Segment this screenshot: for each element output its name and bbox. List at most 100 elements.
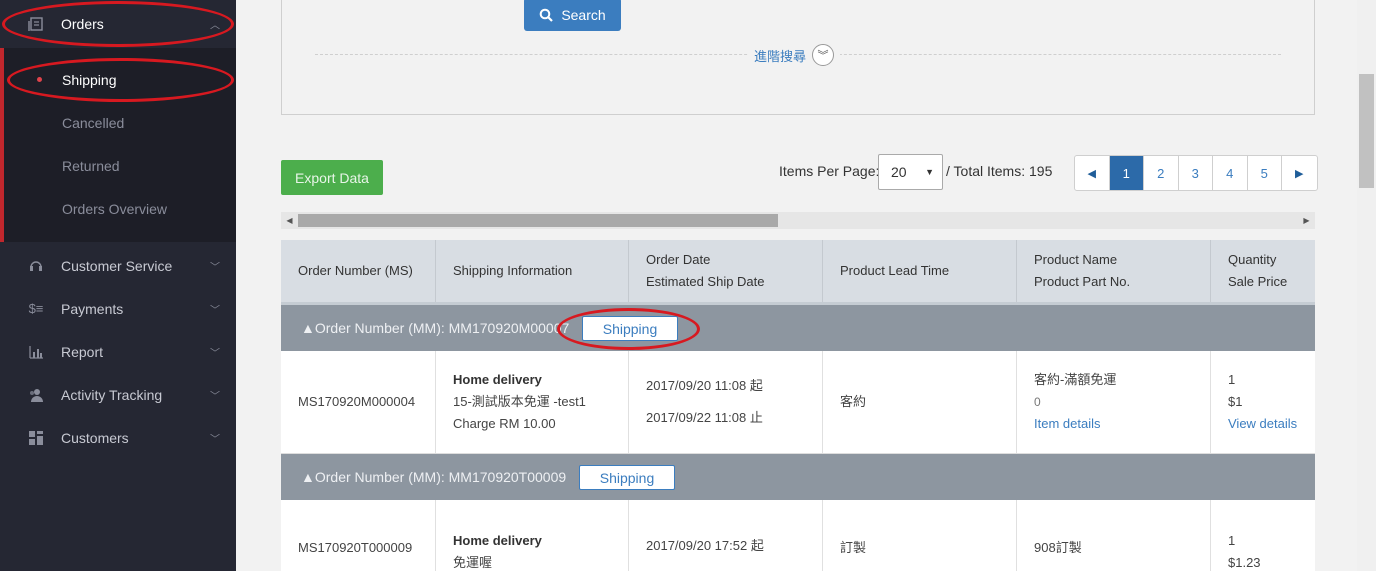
scroll-right-icon[interactable]: ▶ <box>1298 212 1315 229</box>
search-icon <box>540 8 554 22</box>
grid-icon <box>27 429 45 447</box>
header-sublabel: Product Part No. <box>1034 274 1131 289</box>
header-label: Quantity <box>1228 252 1277 267</box>
order-group-label: ▲Order Number (MM): MM170920T00009 <box>301 469 567 485</box>
sidebar-subitem-orders-overview[interactable]: Orders Overview <box>62 201 167 217</box>
view-details-link[interactable]: View details <box>1228 413 1315 435</box>
chevron-down-icon: ﹀ <box>210 262 220 273</box>
chevron-down-icon: ﹀ <box>210 348 220 359</box>
order-number-cell: MS170920T000009 <box>281 500 436 571</box>
bar-chart-icon <box>27 343 45 361</box>
header-sublabel: Estimated Ship Date <box>646 274 765 289</box>
sidebar: Orders ︿ Shipping Cancelled Returned Ord… <box>0 0 236 571</box>
page-button[interactable]: 4 <box>1213 156 1248 190</box>
shipping-info-cell: Home delivery 免運喔 <box>436 500 629 571</box>
table-row: MS170920M000004 Home delivery 15-測試版本免運 … <box>281 351 1315 454</box>
order-date-cell: 2017/09/20 17:52 起 <box>629 500 823 571</box>
header-label: Shipping Information <box>453 263 573 278</box>
quantity: 1 <box>1228 372 1236 387</box>
product-part-no: 0 <box>1034 395 1041 409</box>
users-icon <box>27 386 45 404</box>
ship-charge: Charge RM 10.00 <box>453 416 556 431</box>
main-content: Search 進階搜尋 ︾ Export Data Items Per Page… <box>236 0 1376 571</box>
chevron-down-icon: ﹀ <box>210 434 220 445</box>
quantity: 1 <box>1228 533 1236 548</box>
column-header: Product Name Product Part No. <box>1017 240 1211 302</box>
total-items-label: / Total Items: 195 <box>946 163 1053 179</box>
prev-page-button[interactable]: ◀ <box>1075 156 1110 190</box>
double-chevron-down-icon: ︾ <box>812 44 835 66</box>
page-button[interactable]: 3 <box>1179 156 1213 190</box>
scroll-left-icon[interactable]: ◀ <box>281 212 298 229</box>
lead-time: 訂製 <box>840 540 867 555</box>
header-label: Order Date <box>646 252 711 267</box>
sidebar-item-label: Payments <box>61 300 124 317</box>
page-button[interactable]: 5 <box>1248 156 1282 190</box>
column-header: Product Lead Time <box>823 240 1017 302</box>
sidebar-item-activity-tracking[interactable]: Activity Tracking ﹀ <box>0 373 236 416</box>
scrollbar-thumb[interactable] <box>1359 74 1374 188</box>
status-badge: Shipping <box>579 465 675 490</box>
header-label: Order Number (MS) <box>298 263 413 278</box>
header-label: Product Name <box>1034 252 1118 267</box>
sidebar-subitem-shipping[interactable]: Shipping <box>62 72 117 88</box>
search-button[interactable]: Search <box>524 0 621 31</box>
orders-table: Order Number (MS) Shipping Information O… <box>281 240 1315 571</box>
scrollbar-thumb[interactable] <box>298 214 778 227</box>
items-per-page-select[interactable]: 20 ▼ <box>878 154 943 190</box>
header-sublabel: Sale Price <box>1228 274 1288 289</box>
headset-icon <box>27 257 45 275</box>
sidebar-subitem-returned[interactable]: Returned <box>62 158 120 174</box>
lead-time-cell: 訂製 <box>823 500 1017 571</box>
export-data-button[interactable]: Export Data <box>281 160 383 195</box>
order-group-label: ▲Order Number (MM): MM170920M00007 <box>301 320 570 336</box>
ship-method: Home delivery <box>453 533 542 548</box>
page-button[interactable]: 1 <box>1109 156 1144 190</box>
ship-method: Home delivery <box>453 372 542 387</box>
chevron-down-icon: ﹀ <box>210 391 220 402</box>
sidebar-subitem-cancelled[interactable]: Cancelled <box>62 115 124 131</box>
advanced-search-toggle[interactable]: 進階搜尋 ︾ <box>748 44 841 66</box>
sidebar-item-customer-service[interactable]: Customer Service ﹀ <box>0 244 236 287</box>
lead-time-cell: 客約 <box>823 351 1017 453</box>
sidebar-item-payments[interactable]: $≡ Payments ﹀ <box>0 287 236 330</box>
sidebar-item-report[interactable]: Report ﹀ <box>0 330 236 373</box>
sidebar-item-label: Report <box>61 343 104 360</box>
horizontal-scrollbar[interactable]: ◀ ▶ <box>281 212 1315 229</box>
order-group-row[interactable]: ▲Order Number (MM): MM170920T00009 <box>281 454 1315 500</box>
lead-time: 客約 <box>840 394 867 409</box>
order-number: MS170920M000004 <box>298 394 416 409</box>
next-page-button[interactable]: ▶ <box>1282 156 1317 190</box>
page-button[interactable]: 2 <box>1144 156 1179 190</box>
order-group-row[interactable]: ▲Order Number (MM): MM170920M00007 <box>281 305 1315 351</box>
column-header: Quantity Sale Price <box>1211 240 1315 302</box>
list-icon <box>27 15 45 33</box>
sidebar-item-label: Orders <box>61 16 104 32</box>
status-badge: Shipping <box>582 316 678 341</box>
vertical-scrollbar[interactable] <box>1357 0 1376 571</box>
order-number: MS170920T000009 <box>298 540 413 555</box>
item-details-link[interactable]: Item details <box>1034 413 1210 435</box>
sale-price: $1 <box>1228 394 1243 409</box>
chevron-up-icon: ︿ <box>210 20 220 32</box>
ship-detail: 免運喔 <box>453 555 493 570</box>
sidebar-item-orders[interactable]: Orders ︿ <box>0 0 236 48</box>
chevron-down-icon: ﹀ <box>210 305 220 316</box>
caret-down-icon: ▼ <box>925 167 934 177</box>
ship-date: 2017/09/22 11:08 止 <box>646 410 763 425</box>
order-date: 2017/09/20 11:08 起 <box>646 378 763 393</box>
sidebar-item-label: Activity Tracking <box>61 386 163 403</box>
order-date-cell: 2017/09/20 11:08 起 2017/09/22 11:08 止 <box>629 351 823 453</box>
shipping-info-cell: Home delivery 15-測試版本免運 -test1 Charge RM… <box>436 351 629 453</box>
product-cell: 908訂製 <box>1017 500 1211 571</box>
items-per-page-value: 20 <box>891 164 907 180</box>
column-header: Order Date Estimated Ship Date <box>629 240 823 302</box>
orders-submenu: Shipping Cancelled Returned Orders Overv… <box>0 48 236 242</box>
search-button-label: Search <box>561 6 606 23</box>
sale-price: $1.23 <box>1228 555 1261 570</box>
advanced-search-label: 進階搜尋 <box>754 48 807 64</box>
column-header: Shipping Information <box>436 240 629 302</box>
sidebar-item-customers[interactable]: Customers ﹀ <box>0 416 236 459</box>
items-per-page-label: Items Per Page: <box>779 163 880 179</box>
ship-detail: 15-測試版本免運 -test1 <box>453 394 586 409</box>
